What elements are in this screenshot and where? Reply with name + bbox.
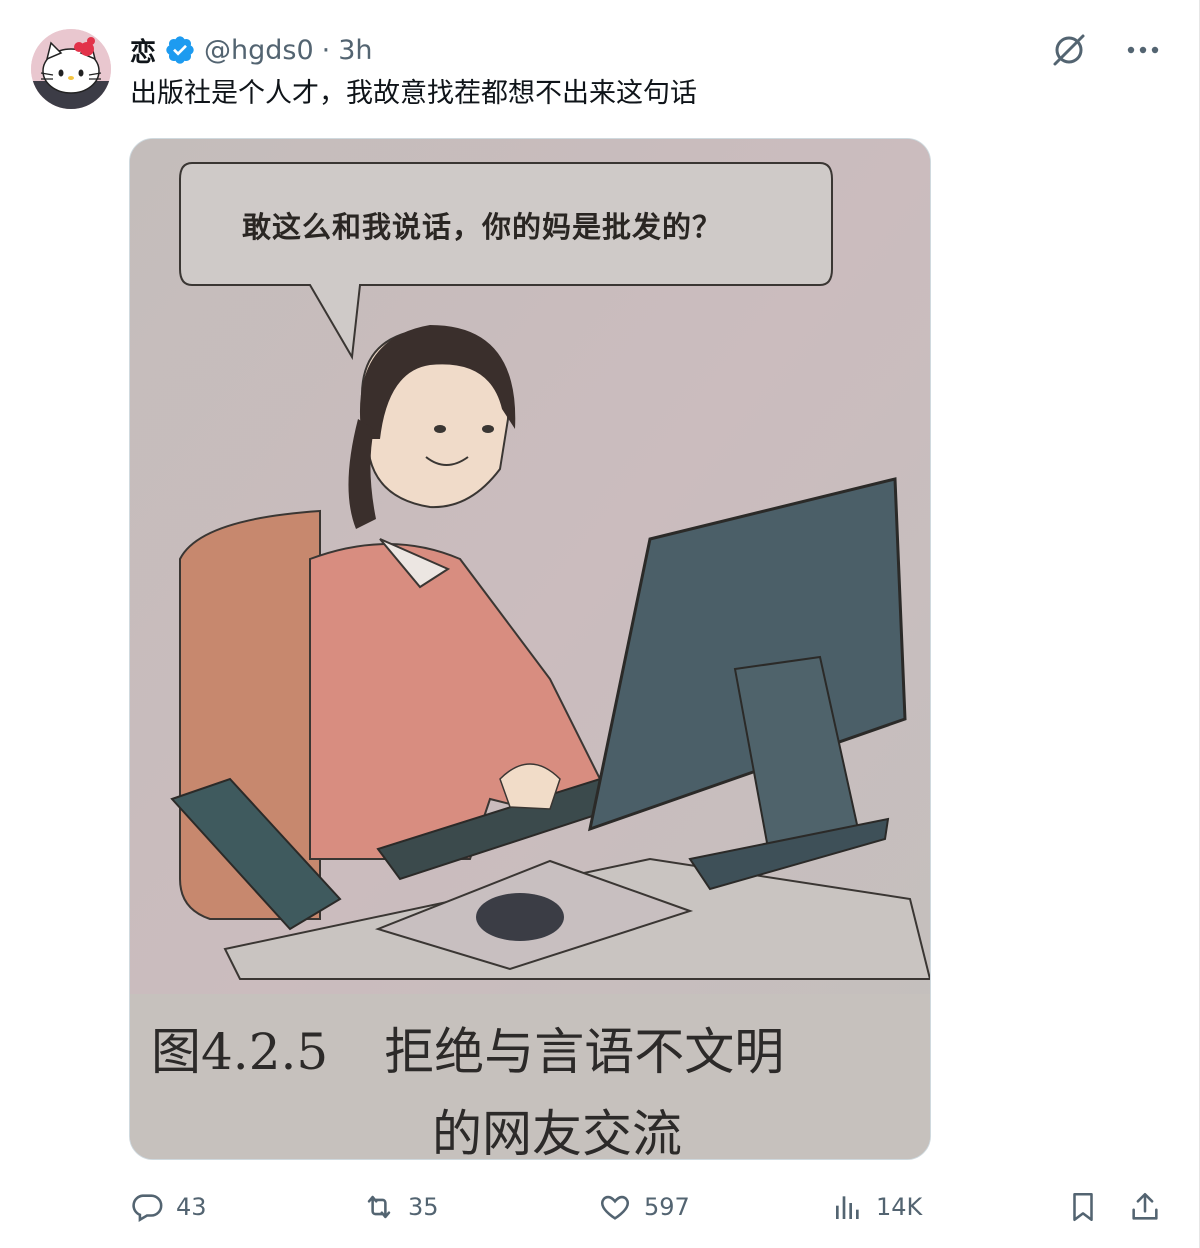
views-count: 14K <box>876 1193 923 1221</box>
separator-dot: · <box>321 34 331 66</box>
hello-kitty-avatar-image <box>31 29 111 109</box>
reply-icon <box>132 1194 163 1223</box>
post-time[interactable]: 3h <box>338 35 372 66</box>
figure-caption-line-2: 的网友交流 <box>432 1105 682 1163</box>
bookmark-button[interactable] <box>1066 1184 1100 1230</box>
figure-caption-line-1: 图4.2.5 拒绝与言语不文明 <box>151 1012 784 1084</box>
header-actions <box>1047 28 1165 72</box>
more-button[interactable] <box>1121 28 1165 72</box>
more-icon <box>1127 46 1159 54</box>
like-icon <box>601 1195 629 1220</box>
share-icon <box>1132 1192 1158 1220</box>
author-handle[interactable]: @hgds0 <box>204 35 314 66</box>
figure-number: 图4.2.5 <box>151 1023 329 1081</box>
repost-icon <box>367 1195 391 1219</box>
views-button[interactable]: 14K <box>832 1184 922 1230</box>
tweet-text: 出版社是个人才，我故意找茬都想不出来这句话 <box>130 78 697 109</box>
tweet-header: 恋 @hgds0 · 3h <box>130 30 373 70</box>
tweet-actions: 43 35 597 14K <box>130 1184 1170 1230</box>
bookmark-icon <box>1073 1192 1093 1222</box>
avatar[interactable] <box>31 29 111 109</box>
tweet: 恋 @hgds0 · 3h 出版社是个人才，我故意找茬都想不出来这句话 敢这么和… <box>0 0 1200 1248</box>
repost-button[interactable]: 35 <box>362 1184 439 1230</box>
like-button[interactable]: 597 <box>598 1184 690 1230</box>
speech-bubble-text: 敢这么和我说话，你的妈是批发的？ <box>242 210 723 244</box>
caption-text-1: 拒绝与言语不文明 <box>384 1023 785 1081</box>
reply-button[interactable]: 43 <box>130 1184 207 1230</box>
grok-icon <box>1053 34 1085 66</box>
cartoon-illustration <box>130 139 930 1159</box>
share-button[interactable] <box>1128 1184 1162 1230</box>
reply-count: 43 <box>176 1193 207 1221</box>
like-count: 597 <box>644 1193 690 1221</box>
grok-button[interactable] <box>1047 28 1091 72</box>
tweet-image[interactable] <box>129 138 931 1160</box>
repost-count: 35 <box>408 1193 439 1221</box>
views-icon <box>836 1196 859 1219</box>
verified-badge-icon <box>164 34 196 66</box>
author-name[interactable]: 恋 <box>130 32 156 69</box>
